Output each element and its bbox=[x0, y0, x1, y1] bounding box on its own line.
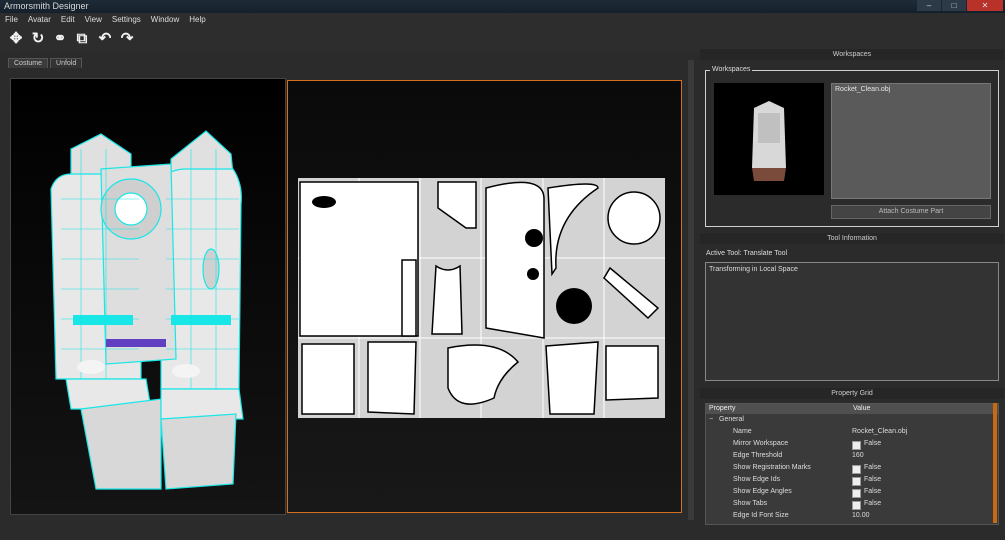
property-value: False bbox=[864, 440, 882, 447]
property-value[interactable]: 160 bbox=[852, 452, 864, 459]
property-value: False bbox=[864, 464, 882, 471]
menu-file[interactable]: File bbox=[0, 13, 23, 27]
uv-pattern-sheet bbox=[298, 178, 665, 418]
property-value: False bbox=[864, 488, 882, 495]
toolbar: ✥ ↻ ⚭ ⧉ ↶ ↷ bbox=[0, 27, 1005, 51]
tool-message-text: Transforming in Local Space bbox=[709, 266, 798, 273]
property-name: Show Edge Angles bbox=[733, 488, 792, 495]
property-grid: Property Value − General Name Rocket_Cle… bbox=[705, 403, 999, 525]
property-value[interactable]: 10.00 bbox=[852, 512, 870, 519]
checkbox[interactable] bbox=[852, 465, 861, 474]
menu-window[interactable]: Window bbox=[146, 13, 184, 27]
menu-settings[interactable]: Settings bbox=[107, 13, 146, 27]
column-value: Value bbox=[853, 405, 871, 412]
property-row[interactable]: Show Tabs False bbox=[706, 499, 998, 511]
property-value: False bbox=[864, 500, 882, 507]
jetpack-thumbnail-image bbox=[752, 101, 786, 181]
workspace-list-item[interactable]: Rocket_Clean.obj bbox=[832, 84, 990, 95]
property-value[interactable]: Rocket_Clean.obj bbox=[852, 428, 907, 435]
workspaces-group: Workspaces Rocket_Clean.obj Attach Costu… bbox=[705, 66, 999, 227]
maximize-button[interactable]: □ bbox=[942, 0, 966, 11]
view-tabs: Costume Unfold bbox=[8, 58, 83, 68]
property-name: Show Edge Ids bbox=[733, 476, 781, 483]
window-controls: – □ ✕ bbox=[917, 0, 1003, 11]
tab-costume[interactable]: Costume bbox=[8, 58, 49, 68]
minimize-button[interactable]: – bbox=[917, 0, 941, 11]
menu-view[interactable]: View bbox=[80, 13, 107, 27]
workspaces-legend: Workspaces bbox=[710, 66, 753, 73]
open-external-icon[interactable]: ⧉ bbox=[73, 30, 91, 48]
property-row[interactable]: Show Registration Marks False bbox=[706, 463, 998, 475]
undo-icon[interactable]: ↶ bbox=[96, 30, 114, 48]
menu-help[interactable]: Help bbox=[184, 13, 210, 27]
workspace-thumbnail bbox=[714, 83, 824, 195]
property-name: Mirror Workspace bbox=[733, 440, 789, 447]
window-title: Armorsmith Designer bbox=[4, 1, 89, 11]
jetpack-model-render bbox=[50, 130, 244, 490]
viewport-scrollbar[interactable] bbox=[688, 60, 694, 520]
property-grid-scrollbar[interactable] bbox=[993, 403, 997, 523]
costume-3d-viewport[interactable] bbox=[10, 78, 286, 515]
checkbox[interactable] bbox=[852, 501, 861, 510]
collapse-icon[interactable]: − bbox=[709, 416, 713, 423]
property-grid-column-headers: Property Value bbox=[706, 404, 998, 414]
property-name: Show Tabs bbox=[733, 500, 768, 507]
tab-unfold[interactable]: Unfold bbox=[50, 58, 83, 68]
tool-message-box: Transforming in Local Space bbox=[705, 262, 999, 381]
property-name: Name bbox=[733, 428, 752, 435]
link-icon[interactable]: ⚭ bbox=[51, 30, 69, 48]
redo-icon[interactable]: ↷ bbox=[118, 30, 136, 48]
property-row[interactable]: Mirror Workspace False bbox=[706, 439, 998, 451]
property-row[interactable]: Edge Id Font Size 10.00 bbox=[706, 511, 998, 523]
property-name: Show Registration Marks bbox=[733, 464, 811, 471]
close-button[interactable]: ✕ bbox=[967, 0, 1003, 11]
property-row[interactable]: Show Edge Angles False bbox=[706, 487, 998, 499]
tool-information-header: Tool Information bbox=[700, 233, 1004, 244]
workspaces-panel-header: Workspaces bbox=[700, 49, 1004, 60]
active-tool-label: Active Tool: Translate Tool bbox=[706, 250, 788, 257]
column-property: Property bbox=[709, 405, 736, 412]
property-name: Edge Id Font Size bbox=[733, 512, 789, 519]
rotate-icon[interactable]: ↻ bbox=[29, 30, 47, 48]
unfold-viewport[interactable] bbox=[287, 80, 682, 513]
property-row[interactable]: Show Edge Ids False bbox=[706, 475, 998, 487]
uv-patterns bbox=[298, 178, 665, 418]
move-icon[interactable]: ✥ bbox=[7, 30, 25, 48]
workspace-list[interactable]: Rocket_Clean.obj bbox=[831, 83, 991, 199]
category-general[interactable]: − General bbox=[706, 415, 998, 427]
menu-avatar[interactable]: Avatar bbox=[23, 13, 56, 27]
attach-costume-part-button[interactable]: Attach Costume Part bbox=[831, 205, 991, 219]
property-row[interactable]: Edge Threshold 160 bbox=[706, 451, 998, 463]
checkbox[interactable] bbox=[852, 477, 861, 486]
menu-edit[interactable]: Edit bbox=[56, 13, 80, 27]
checkbox[interactable] bbox=[852, 489, 861, 498]
property-grid-header: Property Grid bbox=[700, 388, 1004, 399]
property-row[interactable]: Name Rocket_Clean.obj bbox=[706, 427, 998, 439]
property-value: False bbox=[864, 476, 882, 483]
menu-bar: File Avatar Edit View Settings Window He… bbox=[0, 13, 1005, 27]
category-label: General bbox=[719, 416, 744, 423]
checkbox[interactable] bbox=[852, 441, 861, 450]
title-bar: Armorsmith Designer – □ ✕ bbox=[0, 0, 1005, 13]
property-name: Edge Threshold bbox=[733, 452, 783, 459]
